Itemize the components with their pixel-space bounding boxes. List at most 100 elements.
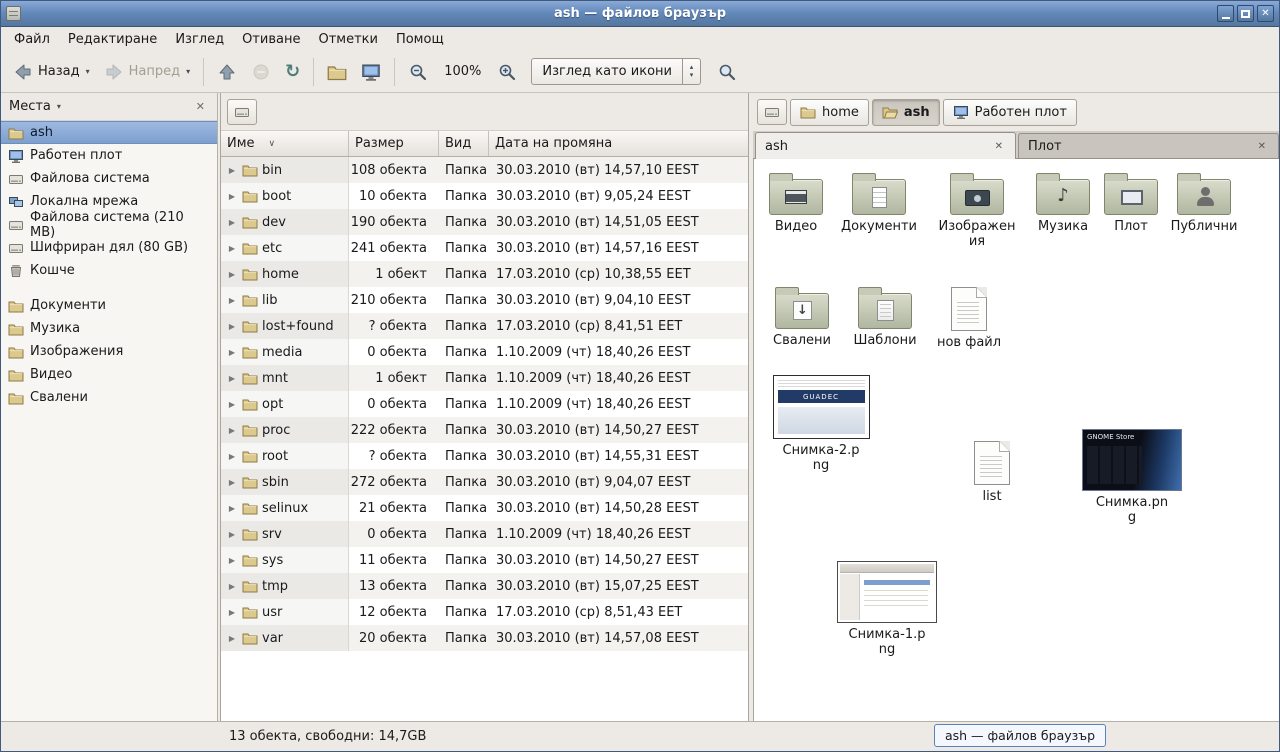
sidebar-item[interactable]: ash [1,121,217,144]
file-row[interactable]: ▶ sbin 272 обекта Папка 30.03.2010 (вт) … [221,469,748,495]
file-row[interactable]: ▶ root ? обекта Папка 30.03.2010 (вт) 14… [221,443,748,469]
pathbar-root-button[interactable] [757,99,787,125]
expander-icon[interactable]: ▶ [226,530,238,539]
file-icon-item[interactable]: Свалени [760,285,844,349]
reload-button[interactable]: ↻ [279,58,306,86]
sidebar-item[interactable]: Работен плот [1,144,217,167]
file-row[interactable]: ▶ opt 0 обекта Папка 1.10.2009 (чт) 18,4… [221,391,748,417]
file-icon-item[interactable]: GNOME Store Снимка.png [1077,429,1187,526]
menu-item[interactable]: Помощ [387,29,453,50]
expander-icon[interactable]: ▶ [226,452,238,461]
expander-icon[interactable]: ▶ [226,244,238,253]
sidebar-item[interactable]: Кошче [1,259,217,282]
sidebar-item[interactable]: Изображения [1,340,217,363]
combo-stepper-icon[interactable]: ▴ ▾ [682,59,700,84]
file-icon-item[interactable]: Плот [1089,171,1173,235]
menu-item[interactable]: Файл [5,29,59,50]
sidebar-item[interactable]: Свалени [1,386,217,409]
file-row[interactable]: ▶ lib 210 обекта Папка 30.03.2010 (вт) 9… [221,287,748,313]
places-dropdown-icon[interactable]: ▾ [57,102,61,111]
pathbar-root-button[interactable] [227,99,257,125]
taskbar-window-button[interactable]: ash — файлов браузър [934,724,1106,747]
file-row[interactable]: ▶ sys 11 обекта Папка 30.03.2010 (вт) 14… [221,547,748,573]
file-icon-item[interactable]: Видео [754,171,838,235]
expander-icon[interactable]: ▶ [226,374,238,383]
zoom-out-button[interactable] [402,57,434,87]
sidebar-item[interactable]: Музика [1,317,217,340]
menu-item[interactable]: Изглед [166,29,233,50]
file-row[interactable]: ▶ tmp 13 обекта Папка 30.03.2010 (вт) 15… [221,573,748,599]
file-row[interactable]: ▶ lost+found ? обекта Папка 17.03.2010 (… [221,313,748,339]
file-row[interactable]: ▶ boot 10 обекта Папка 30.03.2010 (вт) 9… [221,183,748,209]
computer-button[interactable] [355,57,387,87]
expander-icon[interactable]: ▶ [226,348,238,357]
expander-icon[interactable]: ▶ [226,218,238,227]
places-title[interactable]: Места [9,99,51,114]
tab-close-button[interactable]: ✕ [1255,140,1269,153]
sidebar-item[interactable]: Файлова система [1,167,217,190]
file-icon-item[interactable]: Шаблони [843,285,927,349]
file-icon-item[interactable]: Изображения [935,171,1019,250]
places-close-button[interactable]: ✕ [192,98,209,115]
menu-item[interactable]: Редактиране [59,29,166,50]
sidebar-item[interactable]: Файлова система (210 MB) [1,213,217,236]
column-header-size[interactable]: Размер [349,131,439,156]
file-row[interactable]: ▶ media 0 обекта Папка 1.10.2009 (чт) 18… [221,339,748,365]
file-row[interactable]: ▶ proc 222 обекта Папка 30.03.2010 (вт) … [221,417,748,443]
expander-icon[interactable]: ▶ [226,192,238,201]
sidebar-item[interactable]: Видео [1,363,217,386]
file-row[interactable]: ▶ srv 0 обекта Папка 1.10.2009 (чт) 18,4… [221,521,748,547]
stop-button[interactable] [245,57,277,87]
back-dropdown-icon[interactable]: ▾ [86,67,90,76]
file-row[interactable]: ▶ home 1 обект Папка 17.03.2010 (ср) 10,… [221,261,748,287]
file-row[interactable]: ▶ bin 108 обекта Папка 30.03.2010 (вт) 1… [221,157,748,183]
file-row[interactable]: ▶ usr 12 обекта Папка 17.03.2010 (ср) 8,… [221,599,748,625]
column-header-type[interactable]: Вид [439,131,489,156]
expander-icon[interactable]: ▶ [226,166,238,175]
maximize-button[interactable] [1237,5,1254,22]
expander-icon[interactable]: ▶ [226,608,238,617]
up-button[interactable] [211,57,243,87]
menu-item[interactable]: Отметки [309,29,386,50]
expander-icon[interactable]: ▶ [226,270,238,279]
expander-icon[interactable]: ▶ [226,634,238,643]
file-icon-item[interactable]: GUADEC Снимка-2.png [766,375,876,474]
file-row[interactable]: ▶ mnt 1 обект Папка 1.10.2009 (чт) 18,40… [221,365,748,391]
file-row[interactable]: ▶ selinux 21 обекта Папка 30.03.2010 (вт… [221,495,748,521]
sidebar-item[interactable]: Шифриран дял (80 GB) [1,236,217,259]
expander-icon[interactable]: ▶ [226,296,238,305]
view-mode-combo[interactable]: Изглед като икони ▴ ▾ [531,58,701,85]
zoom-in-button[interactable] [491,57,523,87]
sidebar-item[interactable]: Документи [1,294,217,317]
file-icon-item[interactable]: list [950,441,1034,505]
forward-button[interactable]: Напред ▾ [98,57,197,87]
home-button[interactable] [321,57,353,87]
expander-icon[interactable]: ▶ [226,478,238,487]
breadcrumb-button[interactable]: Работен плот [943,99,1077,126]
file-icon-item[interactable]: нов файл [927,287,1011,351]
column-header-modified[interactable]: Дата на промяна [489,131,748,156]
expander-icon[interactable]: ▶ [226,400,238,409]
file-row[interactable]: ▶ var 20 обекта Папка 30.03.2010 (вт) 14… [221,625,748,651]
menu-item[interactable]: Отиване [233,29,309,50]
pane-tab[interactable]: Плот ✕ [1018,133,1279,158]
file-row[interactable]: ▶ etc 241 обекта Папка 30.03.2010 (вт) 1… [221,235,748,261]
tab-close-button[interactable]: ✕ [992,140,1006,153]
expander-icon[interactable]: ▶ [226,504,238,513]
breadcrumb-button[interactable]: home [790,99,869,126]
expander-icon[interactable]: ▶ [226,582,238,591]
pane-tab[interactable]: ash ✕ [755,132,1016,159]
file-row[interactable]: ▶ dev 190 обекта Папка 30.03.2010 (вт) 1… [221,209,748,235]
file-icon-item[interactable]: Публични [1162,171,1246,235]
column-header-name[interactable]: Име ∨ [221,131,349,156]
file-icon-item[interactable]: Снимка-1.png [832,561,942,658]
expander-icon[interactable]: ▶ [226,556,238,565]
sidebar-item[interactable] [1,282,217,294]
expander-icon[interactable]: ▶ [226,426,238,435]
minimize-button[interactable] [1217,5,1234,22]
breadcrumb-button[interactable]: ash [872,99,940,126]
search-button[interactable] [711,57,743,87]
expander-icon[interactable]: ▶ [226,322,238,331]
back-button[interactable]: Назад ▾ [7,57,96,87]
close-button[interactable]: ✕ [1257,5,1274,22]
